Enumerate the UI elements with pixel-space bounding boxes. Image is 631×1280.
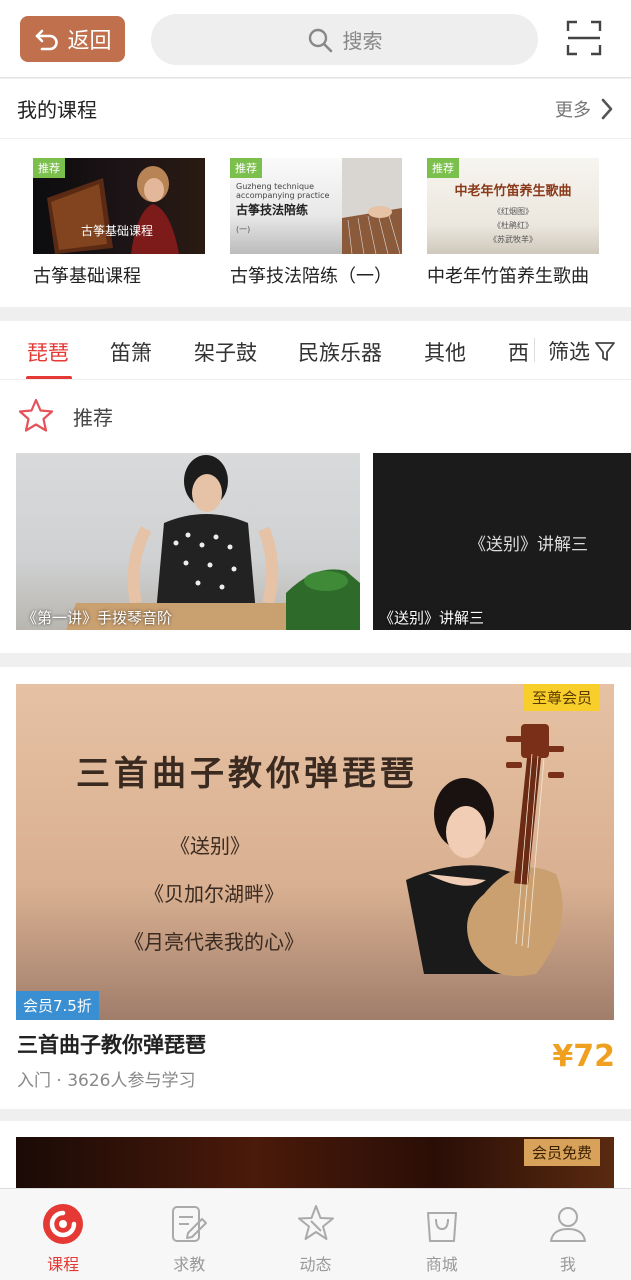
course-title: 三首曲子教你弹琵琶 bbox=[17, 1033, 206, 1057]
star-icon bbox=[18, 398, 54, 432]
category-tabs: 琵琶 笛箫 架子鼓 民族乐器 其他 西 筛选 bbox=[0, 321, 631, 380]
course-thumbnail: 推荐 Guzheng technique accompanying practi… bbox=[230, 158, 402, 254]
video-caption: 《第一讲》手拨琴音阶 bbox=[22, 609, 173, 627]
pipa-player-image bbox=[406, 724, 564, 976]
thumbnail-title: 中老年竹笛养生歌曲 bbox=[454, 184, 572, 199]
search-placeholder: 搜索 bbox=[342, 29, 383, 53]
profile-icon bbox=[549, 1207, 586, 1242]
nav-label: 我 bbox=[559, 1255, 576, 1274]
poster-title: 三首曲子教你弹琵琶 bbox=[76, 754, 418, 794]
nav-label: 课程 bbox=[47, 1255, 80, 1274]
course-name: 古筝基础课程 bbox=[33, 266, 141, 287]
recommend-tag: 推荐 bbox=[427, 158, 459, 178]
tab-western[interactable]: 西 bbox=[508, 337, 529, 367]
video-caption: 《送别》讲解三 bbox=[379, 609, 485, 627]
feed-icon bbox=[297, 1205, 334, 1240]
thumbnail-subtitle-en-1: Guzheng technique bbox=[236, 182, 315, 191]
poster-song: 《贝加尔湖畔》 bbox=[144, 882, 284, 906]
my-courses-title: 我的课程 bbox=[17, 98, 97, 122]
guzheng-lesson-image bbox=[66, 455, 360, 630]
poster-song: 《月亮代表我的心》 bbox=[124, 930, 304, 954]
bottom-nav: 课程 求教 动态 商城 我 bbox=[0, 1188, 631, 1280]
thumbnail-sub: (一) bbox=[236, 225, 251, 234]
tab-dixiao[interactable]: 笛箫 bbox=[110, 337, 152, 367]
thumbnail-song: 《红烟图》 bbox=[493, 207, 533, 216]
filter-button[interactable]: 筛选 bbox=[534, 321, 631, 379]
recommend-tag: 推荐 bbox=[33, 158, 65, 178]
more-link[interactable]: 更多 bbox=[555, 96, 615, 122]
thumbnail-subtitle-en-2: accompanying practice bbox=[236, 191, 330, 200]
my-courses-section: 我的课程 更多 推荐 古筝基础课程 古筝基础课程 推荐 Guzheng tech… bbox=[0, 79, 631, 307]
my-course-card[interactable]: 推荐 古筝基础课程 古筝基础课程 bbox=[33, 158, 205, 288]
search-icon bbox=[308, 28, 332, 52]
thumbnail-title: 古筝技法陪练 bbox=[236, 203, 309, 217]
search-input[interactable]: 搜索 bbox=[151, 14, 538, 65]
ask-icon bbox=[172, 1206, 208, 1242]
course-name: 中老年竹笛养生歌曲 bbox=[427, 266, 589, 287]
nav-label: 商城 bbox=[425, 1255, 458, 1274]
back-arrow-icon bbox=[36, 29, 59, 51]
nav-item-ask[interactable]: 求教 bbox=[126, 1189, 252, 1280]
course-name: 古筝技法陪练（一） bbox=[230, 266, 392, 287]
nav-label: 求教 bbox=[173, 1255, 206, 1274]
nav-label: 动态 bbox=[299, 1255, 332, 1274]
chevron-right-icon bbox=[601, 98, 613, 119]
discount-badge: 会员7.5折 bbox=[16, 991, 99, 1020]
nav-item-course[interactable]: 课程 bbox=[0, 1189, 126, 1280]
course-thumbnail: 推荐 中老年竹笛养生歌曲 《红烟图》 《杜鹃红》 《苏武牧羊》 bbox=[427, 158, 599, 254]
nav-item-shop[interactable]: 商城 bbox=[379, 1189, 505, 1280]
scan-icon[interactable] bbox=[566, 20, 602, 56]
filter-icon bbox=[595, 341, 615, 361]
recommend-title: 推荐 bbox=[73, 405, 113, 430]
tab-other[interactable]: 其他 bbox=[424, 337, 466, 367]
my-course-card[interactable]: 推荐 中老年竹笛养生歌曲 《红烟图》 《杜鹃红》 《苏武牧羊》 中老年竹笛养生歌… bbox=[427, 158, 599, 288]
recommend-section: 推荐 《第一讲》手拨琴音阶 《送别》讲解三 《送别》讲解三 bbox=[0, 380, 631, 653]
vip-free-badge: 会员免费 bbox=[523, 1139, 600, 1166]
thumbnail-title: 古筝基础课程 bbox=[81, 224, 154, 238]
top-bar: 返回 搜索 bbox=[0, 0, 631, 78]
course-poster: 三首曲子教你弹琵琶 《送别》 《贝加尔湖畔》 《月亮代表我的心》 至尊会员 会员… bbox=[16, 684, 614, 1020]
course-icon bbox=[43, 1204, 84, 1244]
back-button[interactable]: 返回 bbox=[20, 16, 125, 62]
tab-drum[interactable]: 架子鼓 bbox=[194, 337, 257, 367]
filter-label: 筛选 bbox=[548, 339, 590, 364]
course-meta: 入门 · 3626人参与学习 bbox=[17, 1071, 196, 1091]
nav-item-feed[interactable]: 动态 bbox=[252, 1189, 378, 1280]
recommend-video-card[interactable]: 《送别》讲解三 《送别》讲解三 bbox=[373, 453, 631, 630]
more-label: 更多 bbox=[555, 99, 591, 121]
tab-pipa[interactable]: 琵琶 bbox=[27, 337, 69, 367]
back-label: 返回 bbox=[67, 29, 112, 54]
thumbnail-song: 《杜鹃红》 bbox=[493, 221, 533, 230]
course-price: ¥72 bbox=[552, 1039, 615, 1074]
vip-badge: 至尊会员 bbox=[523, 684, 600, 711]
video-title-overlay: 《送别》讲解三 bbox=[469, 535, 588, 555]
course-card[interactable]: 三首曲子教你弹琵琶 《送别》 《贝加尔湖畔》 《月亮代表我的心》 至尊会员 会员… bbox=[0, 667, 631, 1109]
recommend-header: 推荐 bbox=[17, 397, 113, 435]
recommend-video-card[interactable]: 《第一讲》手拨琴音阶 bbox=[16, 453, 360, 630]
nav-item-profile[interactable]: 我 bbox=[505, 1189, 631, 1280]
shop-icon bbox=[426, 1212, 457, 1242]
my-courses-header: 我的课程 更多 bbox=[0, 79, 631, 139]
tab-folk-instruments[interactable]: 民族乐器 bbox=[298, 337, 382, 367]
thumbnail-song: 《苏武牧羊》 bbox=[489, 235, 537, 244]
poster-song: 《送别》 bbox=[170, 834, 250, 858]
recommend-tag: 推荐 bbox=[230, 158, 262, 178]
course-thumbnail: 推荐 古筝基础课程 bbox=[33, 158, 205, 254]
my-course-card[interactable]: 推荐 Guzheng technique accompanying practi… bbox=[230, 158, 402, 288]
